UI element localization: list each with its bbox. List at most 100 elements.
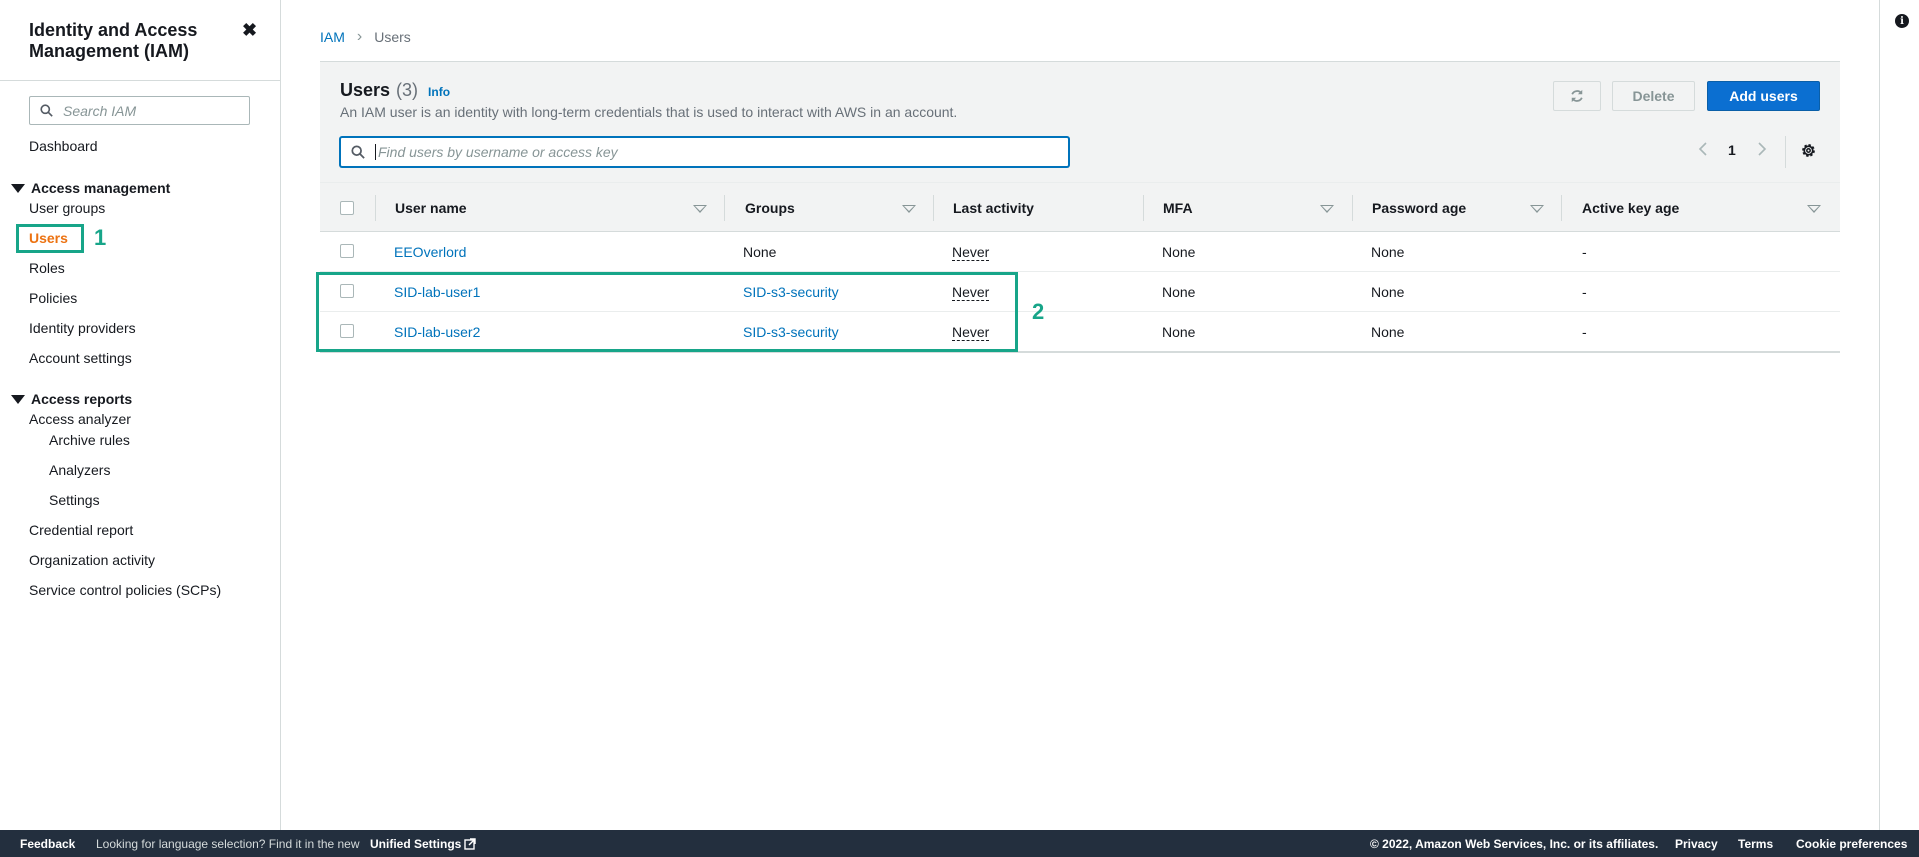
sidebar-item-organization-activity[interactable]: Organization activity — [29, 552, 155, 568]
highlight-box-2 — [316, 272, 1018, 352]
sort-icon[interactable] — [1807, 205, 1821, 213]
key-age-cell: - — [1582, 324, 1587, 340]
breadcrumb-iam-link[interactable]: IAM — [320, 29, 345, 45]
column-separator — [724, 195, 725, 221]
user-name-link[interactable]: EEOverlord — [394, 232, 466, 272]
breadcrumb: IAM › Users — [320, 28, 411, 46]
column-header-groups[interactable]: Groups — [745, 183, 795, 233]
sidebar-item-account-settings[interactable]: Account settings — [29, 350, 132, 366]
gear-icon[interactable] — [1800, 142, 1817, 162]
section-access-reports-label: Access reports — [31, 391, 133, 407]
row-checkbox[interactable] — [340, 244, 354, 258]
last-activity-cell[interactable]: Never — [952, 232, 990, 272]
sidebar-title: Identity and Access Management (IAM) — [29, 20, 198, 61]
page-number[interactable]: 1 — [1728, 142, 1736, 158]
pager-divider — [1785, 136, 1786, 168]
delete-button[interactable]: Delete — [1612, 81, 1695, 111]
search-iam-placeholder: Search IAM — [63, 102, 137, 119]
sidebar-item-roles[interactable]: Roles — [29, 260, 65, 276]
key-age-cell: - — [1582, 244, 1587, 260]
copyright: © 2022, Amazon Web Services, Inc. or its… — [1370, 836, 1659, 851]
refresh-icon — [1571, 89, 1583, 103]
external-link-icon — [464, 837, 477, 850]
users-panel-header: Users (3) Info An IAM user is an identit… — [320, 62, 1840, 182]
column-header-user-name[interactable]: User name — [395, 183, 467, 233]
search-iam-input[interactable]: Search IAM — [29, 96, 250, 125]
sidebar-item-access-analyzer[interactable]: Access analyzer — [29, 411, 131, 427]
close-icon[interactable]: ✖ — [242, 20, 257, 41]
sidebar-item-credential-report[interactable]: Credential report — [29, 522, 133, 538]
chevron-right-icon: › — [356, 28, 363, 45]
footer: Feedback Looking for language selection?… — [0, 830, 1919, 857]
search-icon — [40, 104, 53, 117]
table-row: EEOverlord None Never None None - — [320, 232, 1840, 272]
groups-cell: None — [743, 244, 777, 260]
next-page-icon[interactable] — [1757, 142, 1767, 156]
find-users-input[interactable]: Find users by username or access key — [340, 137, 1069, 167]
add-users-button[interactable]: Add users — [1707, 81, 1820, 111]
password-age-cell: None — [1371, 324, 1405, 340]
mfa-cell: None — [1162, 244, 1196, 260]
mfa-cell: None — [1162, 324, 1196, 340]
tools-panel-toggle: i — [1879, 0, 1919, 830]
column-separator — [1352, 195, 1353, 221]
search-icon — [351, 145, 365, 159]
sort-icon[interactable] — [1530, 205, 1544, 213]
sort-icon[interactable] — [902, 205, 916, 213]
column-header-mfa[interactable]: MFA — [1163, 183, 1193, 233]
key-age-cell: - — [1582, 284, 1587, 300]
sidebar-item-analyzer-settings[interactable]: Settings — [49, 492, 100, 508]
annotation-marker-1: 1 — [94, 225, 107, 250]
section-access-management[interactable]: Access management — [11, 180, 170, 196]
column-separator — [933, 195, 934, 221]
sidebar: Identity and Access Management (IAM) ✖ S… — [0, 0, 281, 830]
users-count: (3) — [396, 80, 419, 100]
terms-link[interactable]: Terms — [1738, 830, 1773, 857]
users-description: An IAM user is an identity with long-ter… — [340, 104, 958, 120]
sidebar-item-archive-rules[interactable]: Archive rules — [49, 432, 130, 448]
column-separator — [1561, 195, 1562, 221]
sort-icon[interactable] — [693, 205, 707, 213]
page-title: Users (3) Info — [340, 80, 450, 101]
info-icon[interactable]: i — [1895, 14, 1909, 28]
column-separator — [1143, 195, 1144, 221]
cookie-preferences-link[interactable]: Cookie preferences — [1796, 830, 1907, 857]
privacy-link[interactable]: Privacy — [1675, 830, 1718, 857]
sidebar-header: Identity and Access Management (IAM) — [29, 20, 229, 62]
column-header-password-age[interactable]: Password age — [1372, 183, 1466, 233]
breadcrumb-current: Users — [374, 29, 411, 45]
sort-icon[interactable] — [1320, 205, 1334, 213]
password-age-cell: None — [1371, 244, 1405, 260]
sidebar-item-dashboard[interactable]: Dashboard — [29, 138, 98, 154]
find-users-placeholder: Find users by username or access key — [378, 144, 618, 160]
section-access-reports[interactable]: Access reports — [11, 391, 132, 407]
caret-down-icon — [11, 183, 25, 193]
column-header-last-activity[interactable]: Last activity — [953, 183, 1034, 233]
caret-down-icon — [11, 394, 25, 404]
last-activity-value[interactable]: Never — [952, 244, 990, 261]
column-header-active-key-age[interactable]: Active key age — [1582, 183, 1679, 233]
sidebar-item-scps[interactable]: Service control policies (SCPs) — [29, 582, 221, 598]
mfa-cell: None — [1162, 284, 1196, 300]
select-all-checkbox[interactable] — [340, 201, 354, 215]
sidebar-item-policies[interactable]: Policies — [29, 290, 77, 306]
text-caret — [375, 144, 376, 160]
annotation-marker-2: 2 — [1032, 299, 1045, 324]
sidebar-item-identity-providers[interactable]: Identity providers — [29, 320, 136, 336]
prev-page-icon[interactable] — [1698, 142, 1708, 156]
sidebar-item-user-groups[interactable]: User groups — [29, 200, 105, 216]
unified-settings-label: Unified Settings — [370, 836, 462, 851]
section-access-management-label: Access management — [31, 180, 171, 196]
info-link[interactable]: Info — [428, 85, 450, 99]
highlight-box-1 — [16, 224, 84, 253]
sidebar-item-analyzers[interactable]: Analyzers — [49, 462, 110, 478]
users-title-text: Users — [340, 80, 391, 100]
sidebar-divider — [0, 80, 280, 81]
unified-settings-link[interactable]: Unified Settings — [370, 830, 477, 857]
feedback-link[interactable]: Feedback — [20, 830, 75, 857]
column-separator — [375, 195, 376, 221]
language-note: Looking for language selection? Find it … — [96, 836, 360, 851]
password-age-cell: None — [1371, 284, 1405, 300]
refresh-button[interactable] — [1553, 81, 1601, 111]
users-table-header: User name Groups Last activity MFA Passw… — [320, 182, 1840, 232]
